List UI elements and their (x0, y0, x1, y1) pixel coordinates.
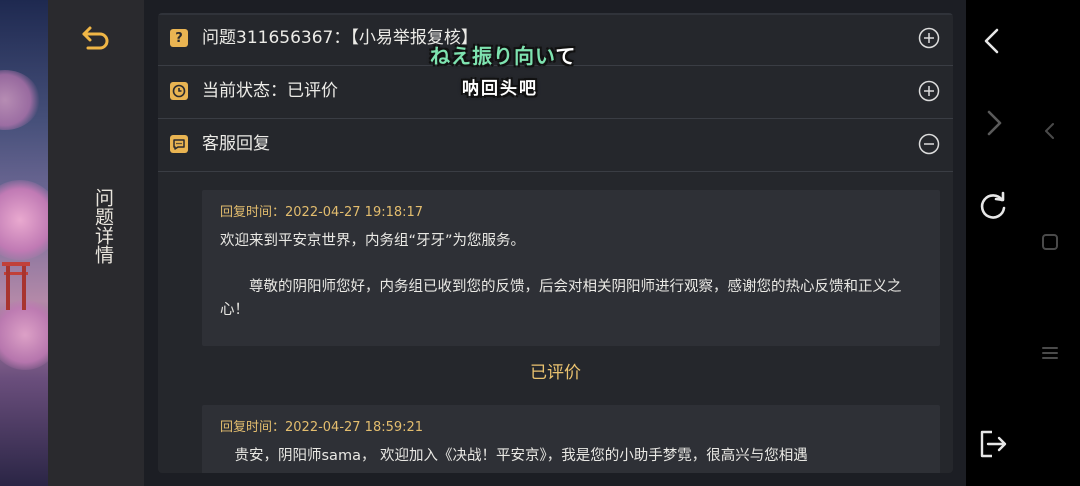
side-panel: 问题详情 (48, 0, 144, 486)
sticker-text-chinese: 呐回头吧 (462, 79, 538, 99)
sticker-text-japanese: ねえ振り向いて (430, 40, 576, 69)
torii-gate-icon (2, 262, 30, 310)
back-triangle-icon[interactable] (1039, 120, 1061, 142)
back-return-icon (82, 26, 109, 50)
plus-circle-icon[interactable] (918, 27, 940, 49)
side-panel-title: 问题详情 (92, 188, 114, 264)
menu-lines-icon[interactable] (1039, 342, 1061, 364)
plus-circle-icon[interactable] (918, 80, 940, 102)
rated-label: 已评价 (530, 363, 581, 383)
reply-time: 回复时间：2022-04-27 18:59:21 (220, 420, 424, 435)
question-icon: ? (170, 29, 188, 47)
section-status[interactable]: 当前状态：已评价 (158, 66, 953, 119)
reply-card: 回复时间：2022-04-27 19:18:17 欢迎来到平安京世界，内务组“牙… (202, 190, 940, 346)
reply-text-greeting: 贵安，阴阳师sama， 欢迎加入《决战！平安京》，我是您的小助手梦霓，很高兴与您… (220, 448, 808, 464)
home-square-icon[interactable] (1039, 231, 1061, 253)
game-background-scene (0, 0, 48, 486)
sticker-kana: ねえ振り向い (430, 44, 556, 68)
reply-card: 回复时间：2022-04-27 18:59:21 贵安，阴阳师sama， 欢迎加… (202, 405, 940, 473)
chat-bubble-icon (170, 135, 188, 153)
browser-side-toolbar (966, 0, 1080, 486)
chevron-left-icon[interactable] (976, 24, 1010, 58)
section-status-label: 当前状态：已评价 (202, 81, 338, 101)
reply-time: 回复时间：2022-04-27 19:18:17 (220, 205, 424, 220)
back-button[interactable] (78, 20, 114, 56)
reply-text-body: 尊敬的阴阳师您好，内务组已收到您的反馈，后会对相关阴阳师进行观察，感谢您的热心反… (220, 279, 902, 318)
clock-icon (170, 82, 188, 100)
section-service-reply[interactable]: 客服回复 (158, 119, 953, 172)
exit-icon[interactable] (976, 427, 1010, 461)
refresh-icon[interactable] (976, 189, 1010, 223)
minus-circle-icon[interactable] (918, 133, 940, 155)
sticker-kana-end: て (555, 44, 577, 68)
reply-text-greeting: 欢迎来到平安京世界，内务组“牙牙”为您服务。 (220, 233, 526, 249)
chevron-right-icon[interactable] (976, 106, 1010, 140)
section-service-reply-label: 客服回复 (202, 134, 270, 154)
ticket-detail-panel: ? 问题311656367：【小易举报复核】 当前状态：已评价 客服回复 回复时… (158, 13, 953, 473)
